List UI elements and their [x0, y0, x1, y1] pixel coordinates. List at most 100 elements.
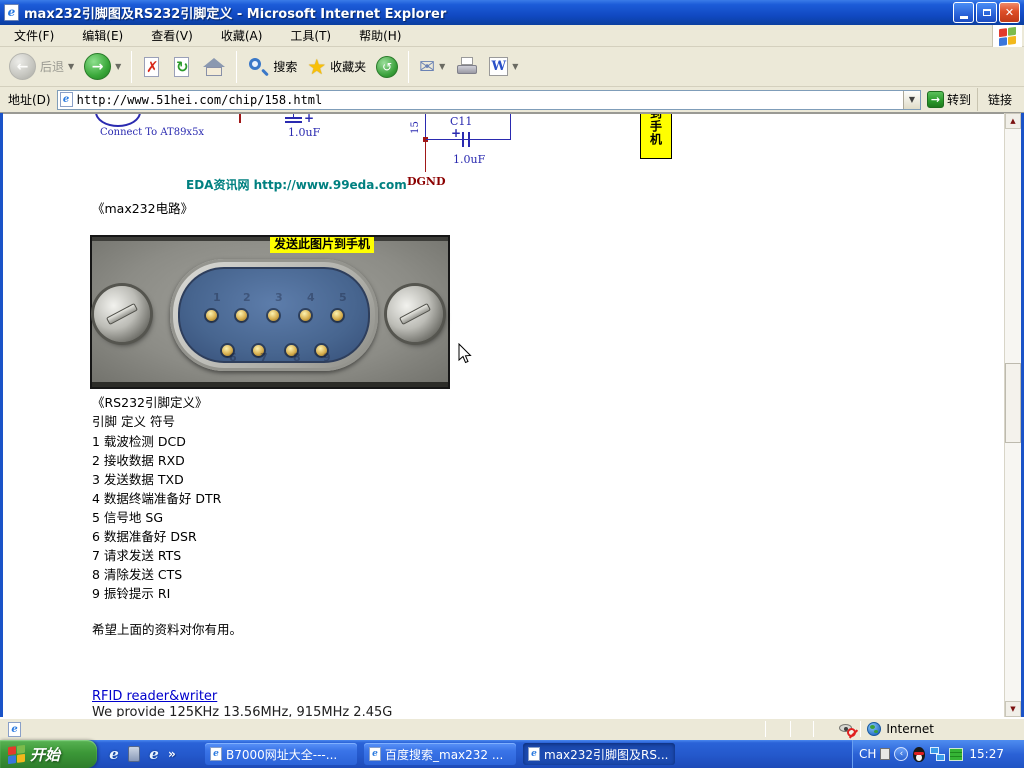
status-divider	[813, 721, 814, 737]
back-dropdown-icon[interactable]: ▼	[68, 62, 74, 71]
pin-row-4: 4 数据终端准备好 DTR	[92, 488, 221, 507]
restore-button[interactable]	[976, 2, 997, 23]
taskbar-button-label: B7000网址大全---...	[226, 746, 337, 763]
search-label: 搜索	[273, 58, 297, 75]
pin-number: 9	[323, 351, 331, 364]
mouse-cursor	[458, 343, 472, 365]
pin-number: 3	[275, 291, 283, 304]
menu-file[interactable]: 文件(F)	[0, 24, 68, 47]
closing-remark: 希望上面的资料对你有用。	[92, 619, 242, 638]
status-bar: e Internet	[0, 717, 1024, 740]
search-button[interactable]: 搜索	[242, 49, 302, 85]
wire-vertical-right	[510, 113, 511, 140]
page-content: Connect To AT89x5x + 1.0uF 15 C11 + 1.0u…	[3, 113, 1004, 717]
edit-dropdown-icon[interactable]: ▼	[512, 62, 518, 71]
start-button[interactable]: 开始	[0, 740, 97, 768]
status-divider	[765, 721, 766, 737]
menu-tools[interactable]: 工具(T)	[276, 24, 345, 47]
pin-number: 2	[243, 291, 251, 304]
pin-row-7: 7 请求发送 RTS	[92, 545, 181, 564]
status-divider	[790, 721, 791, 737]
send-to-phone-box[interactable]: 到手机	[640, 113, 672, 159]
go-button[interactable]: → 转到	[927, 91, 971, 108]
edit-word-button[interactable]: W ▼	[484, 49, 523, 85]
quick-launch-ie2-icon[interactable]: e	[146, 746, 162, 762]
pin-number: 4	[307, 291, 315, 304]
pin-2	[236, 310, 247, 321]
taskbar: 开始 e e » e B7000网址大全---... e 百度搜索_max232…	[0, 740, 1024, 768]
network-tray-icon[interactable]	[930, 747, 945, 761]
cap1-plate	[285, 121, 302, 123]
back-label: 后退	[40, 58, 64, 75]
mail-dropdown-icon[interactable]: ▼	[439, 62, 445, 71]
taskbar-button-max232[interactable]: e max232引脚图及RS...	[523, 743, 675, 765]
dgnd-label: DGND	[407, 175, 446, 188]
ime-keyboard-icon[interactable]	[880, 748, 890, 760]
scroll-up-button[interactable]: ▲	[1005, 113, 1021, 129]
firewall-tray-icon[interactable]	[949, 748, 963, 761]
pin-row-6: 6 数据准备好 DSR	[92, 526, 197, 545]
history-button[interactable]: ↺	[371, 49, 403, 85]
back-button[interactable]: ← 后退 ▼	[4, 49, 79, 85]
system-tray: CH ‹ 15:27	[852, 740, 1024, 768]
quick-launch-ie-icon[interactable]: e	[106, 746, 122, 762]
quick-launch-chevron-icon[interactable]: »	[168, 747, 176, 761]
db9-connector-photo: 1 2 3 4 5 6 7 8 9 发送此图片到手机	[90, 235, 450, 389]
forward-dropdown-icon[interactable]: ▼	[115, 62, 121, 71]
links-toolbar-label[interactable]: 链接	[977, 88, 1020, 111]
tray-collapse-icon[interactable]: ‹	[894, 747, 908, 761]
address-input[interactable]: e http://www.51hei.com/chip/158.html ▼	[57, 90, 921, 110]
window-title: max232引脚图及RS232引脚定义 - Microsoft Internet…	[24, 3, 951, 22]
left-screw	[94, 286, 150, 342]
start-windows-flag-icon	[8, 744, 25, 763]
qq-tray-icon[interactable]	[912, 747, 926, 762]
close-button[interactable]: ✕	[999, 2, 1020, 23]
internet-zone-icon	[867, 722, 881, 736]
address-dropdown-button[interactable]: ▼	[903, 91, 920, 109]
internet-zone-label: Internet	[886, 722, 934, 736]
tray-clock: 15:27	[969, 747, 1004, 761]
home-button[interactable]	[197, 49, 231, 85]
caption-max232-circuit: 《max232电路》	[92, 198, 193, 217]
menu-view[interactable]: 查看(V)	[137, 24, 207, 47]
menu-favorites[interactable]: 收藏(A)	[207, 24, 277, 47]
taskbar-button-b7000[interactable]: e B7000网址大全---...	[205, 743, 357, 765]
menu-help[interactable]: 帮助(H)	[345, 24, 415, 47]
pin-5	[332, 310, 343, 321]
taskbar-button-icon: e	[528, 747, 540, 761]
taskbar-button-icon: e	[369, 747, 381, 761]
pin-1	[206, 310, 217, 321]
pin-row-8: 8 清除发送 CTS	[92, 564, 182, 583]
quick-launch-device-icon[interactable]	[128, 746, 140, 762]
send-picture-overlay[interactable]: 发送此图片到手机	[270, 237, 374, 253]
dsub-metal-bezel: 1 2 3 4 5 6 7 8 9	[170, 259, 378, 371]
pin-row-3: 3 发送数据 TXD	[92, 469, 184, 488]
vertical-scrollbar[interactable]: ▲ ▼	[1004, 113, 1021, 717]
stop-button[interactable]: ✗	[137, 49, 167, 85]
cap1-plus: +	[304, 113, 314, 125]
pin-row-9: 9 振铃提示 RI	[92, 583, 170, 602]
c11-plus: +	[451, 126, 461, 140]
rfid-link[interactable]: RFID reader&writer	[92, 689, 217, 704]
menu-edit[interactable]: 编辑(E)	[68, 24, 137, 47]
schematic-red-fragment	[239, 113, 241, 123]
favorites-label: 收藏夹	[330, 58, 366, 75]
refresh-button[interactable]: ↻	[167, 49, 197, 85]
print-button[interactable]	[450, 49, 484, 85]
favorites-button[interactable]: ★ 收藏夹	[302, 49, 371, 85]
favorites-star-icon: ★	[307, 56, 326, 78]
minimize-button[interactable]	[953, 2, 974, 23]
language-indicator[interactable]: CH	[859, 747, 876, 761]
scroll-down-button[interactable]: ▼	[1005, 701, 1021, 717]
taskbar-button-baidu[interactable]: e 百度搜索_max232 ...	[364, 743, 516, 765]
forward-button[interactable]: → ▼	[79, 49, 126, 85]
address-bar: 地址(D) e http://www.51hei.com/chip/158.ht…	[0, 87, 1024, 113]
wire-vertical-left	[425, 113, 426, 140]
windows-flag-icon	[999, 26, 1016, 45]
pin-number: 6	[229, 351, 237, 364]
mail-button[interactable]: ✉ ▼	[414, 49, 450, 85]
pin-3	[268, 310, 279, 321]
toolbar-separator	[408, 51, 409, 83]
scrollbar-thumb[interactable]	[1005, 363, 1021, 443]
right-screw	[387, 286, 443, 342]
